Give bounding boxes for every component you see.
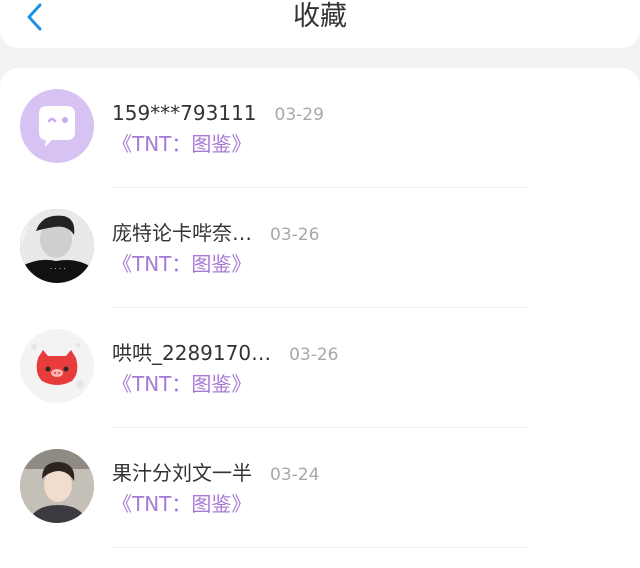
- favorite-tag-link[interactable]: 《TNT：图鉴》: [112, 371, 251, 397]
- list-item[interactable]: 哄哄_2289170… 03-26 《TNT：图鉴》: [0, 308, 640, 428]
- photo-avatar-icon: [20, 449, 94, 523]
- favorite-date: 03-26: [270, 225, 320, 245]
- list-item[interactable]: 159***793111 03-29 《TNT：图鉴》: [0, 68, 640, 188]
- favorite-user: 159***793111 03-29: [112, 101, 324, 127]
- user-name: 159***793111: [112, 101, 257, 125]
- top-bar: 收藏: [0, 0, 640, 48]
- favorite-tag-link[interactable]: 《TNT：图鉴》: [112, 131, 251, 157]
- svg-text:· · · ·: · · · ·: [50, 265, 66, 273]
- favorite-user: 哄哄_2289170… 03-26: [112, 341, 338, 367]
- pig-avatar-icon: [31, 342, 84, 388]
- favorite-tag-link[interactable]: 《TNT：图鉴》: [112, 251, 251, 277]
- page-title: 收藏: [293, 1, 347, 32]
- favorite-tag-link[interactable]: 《TNT：图鉴》: [112, 491, 251, 517]
- avatar[interactable]: [20, 449, 94, 523]
- list-item[interactable]: · · · · 庞特论卡哔奈… 03-26 《TNT：图鉴》: [0, 188, 640, 308]
- user-name: 庞特论卡哔奈…: [112, 221, 252, 245]
- avatar[interactable]: [20, 329, 94, 403]
- avatar[interactable]: [20, 89, 94, 163]
- favorite-date: 03-26: [289, 345, 339, 365]
- divider: [112, 547, 530, 548]
- speech-bubble-icon: [39, 106, 75, 147]
- list-item[interactable]: 果汁分刘文一半 03-24 《TNT：图鉴》: [0, 428, 640, 548]
- favorite-date: 03-29: [274, 105, 324, 125]
- favorites-list: 159***793111 03-29 《TNT：图鉴》 · · · · 庞特论卡哔…: [0, 68, 640, 568]
- favorite-date: 03-24: [270, 465, 320, 485]
- favorite-user: 庞特论卡哔奈… 03-26: [112, 221, 319, 247]
- avatar[interactable]: · · · ·: [20, 209, 94, 283]
- user-name: 哄哄_2289170…: [112, 341, 272, 365]
- photo-avatar-icon: · · · ·: [20, 209, 94, 283]
- user-name: 果汁分刘文一半: [112, 461, 252, 485]
- favorite-user: 果汁分刘文一半 03-24: [112, 461, 319, 487]
